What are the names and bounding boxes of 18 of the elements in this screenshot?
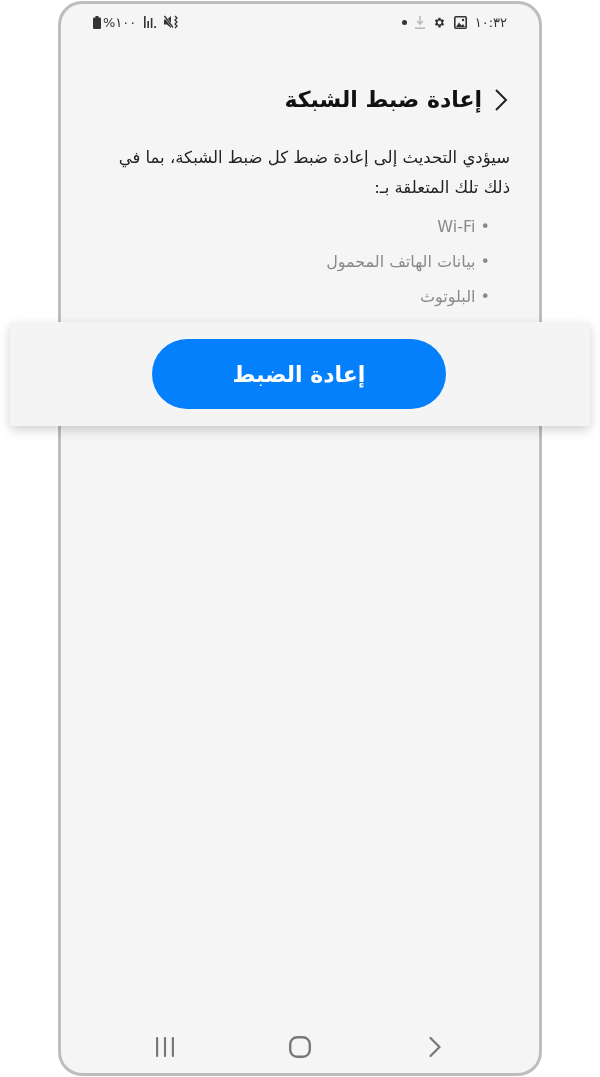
- download-icon: [414, 15, 425, 29]
- battery-percentage: %١٠٠: [103, 14, 137, 30]
- battery-icon: [93, 15, 101, 29]
- page-title: إعادة ضبط الشبكة: [284, 86, 482, 115]
- clock-time: ١٠:٣٢: [474, 14, 507, 30]
- list-item: • Wi-Fi: [437, 216, 490, 238]
- notification-dot-icon: [401, 19, 407, 25]
- vibrate-mute-icon: [164, 15, 180, 29]
- recent-apps-icon[interactable]: [155, 1037, 175, 1057]
- reset-button[interactable]: إعادة الضبط: [152, 339, 446, 409]
- list-item: • بيانات الهاتف المحمول: [326, 251, 490, 274]
- image-icon: [453, 15, 467, 29]
- signal-bars-icon: [144, 16, 157, 28]
- back-icon[interactable]: [494, 89, 508, 111]
- description-text: سيؤدي التحديث إلى إعادة ضبط كل ضبط الشبكة، بما في ذلك تلك المتعلقة بـ:: [117, 147, 510, 199]
- list-item: • البلوتوث: [420, 286, 490, 309]
- home-icon[interactable]: [289, 1036, 311, 1058]
- settings-icon: [432, 15, 446, 29]
